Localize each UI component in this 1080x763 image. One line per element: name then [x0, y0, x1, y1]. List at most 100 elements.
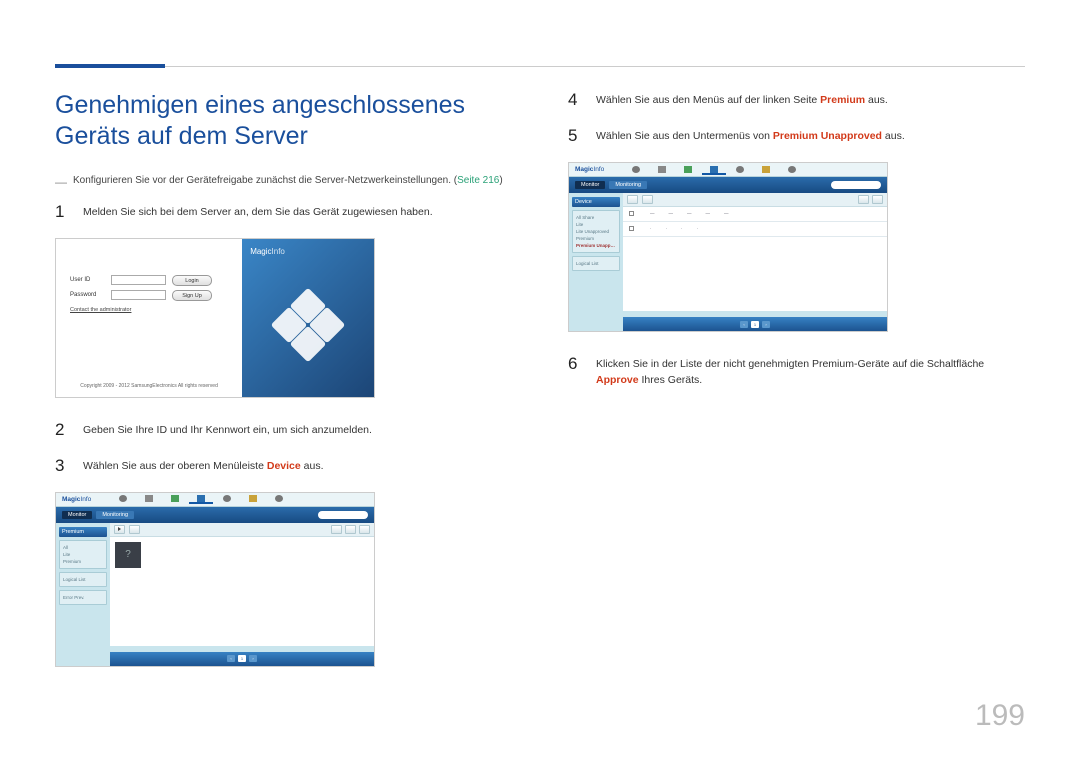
subtab-monitor[interactable]: Monitor — [62, 511, 92, 519]
subtab-monitoring[interactable]: Monitoring — [96, 511, 134, 519]
brand-left: Magic — [250, 247, 271, 256]
search-input[interactable] — [318, 511, 368, 519]
contact-admin-link[interactable]: Contact the administrator — [70, 307, 228, 313]
pager: ‹ 1 › — [623, 317, 887, 331]
step-2-num: 2 — [55, 420, 69, 440]
toolbar-button[interactable] — [627, 195, 638, 204]
signup-button[interactable]: Sign Up — [172, 290, 212, 301]
side-head-premium: Premium — [59, 527, 107, 537]
toolbar-button[interactable] — [858, 195, 869, 204]
side-item[interactable]: All Share — [576, 214, 616, 221]
step-5: 5 Wählen Sie aus den Untermenüs von Prem… — [568, 126, 1025, 146]
top-rule — [55, 66, 1025, 67]
step-1-num: 1 — [55, 202, 69, 222]
app-logo: MagicInfo — [62, 496, 91, 503]
row-checkbox[interactable] — [629, 226, 634, 231]
search-input[interactable] — [831, 181, 881, 189]
top-nav — [624, 165, 804, 175]
select-all-checkbox[interactable] — [629, 211, 634, 216]
step-6-text: Klicken Sie in der Liste der nicht geneh… — [596, 354, 1025, 389]
toolbar-button[interactable] — [331, 525, 342, 534]
table-header-row: ————— — [623, 207, 887, 222]
toolbar-button[interactable] — [872, 195, 883, 204]
side-item[interactable]: Premium — [576, 235, 616, 242]
pager-next[interactable]: › — [762, 321, 770, 328]
step-4-post: aus. — [865, 94, 888, 106]
device-tile[interactable]: ? — [115, 542, 141, 568]
step-3-text: Wählen Sie aus der oberen Menüleiste Dev… — [83, 456, 323, 476]
note-text: Konfigurieren Sie vor der Gerätefreigabe… — [73, 175, 457, 186]
magicinfo-logo: MagicInfo — [250, 247, 285, 256]
step-3-post: aus. — [301, 460, 324, 472]
pager-1[interactable]: 1 — [751, 321, 759, 328]
step-6-post: Ihres Geräts. — [639, 374, 703, 386]
side-item[interactable]: Lite — [576, 221, 616, 228]
subtab-monitoring[interactable]: Monitoring — [609, 181, 647, 189]
device-screenshot: MagicInfo Monitor Monitoring — [55, 492, 375, 667]
step-3-pre: Wählen Sie aus der oberen Menüleiste — [83, 460, 267, 472]
side-item[interactable]: Logical List — [63, 576, 103, 583]
side-item-premium-unapproved[interactable]: Premium Unapproved — [576, 242, 616, 249]
note-link[interactable]: Seite 216 — [457, 175, 499, 186]
step-1-text: Melden Sie sich bei dem Server an, dem S… — [83, 202, 433, 222]
step-6-num: 6 — [568, 354, 582, 389]
table-row[interactable]: ···· — [623, 222, 887, 237]
device-tab[interactable] — [189, 494, 213, 504]
note-text-wrap: Konfigurieren Sie vor der Gerätefreigabe… — [73, 175, 503, 186]
step-4-num: 4 — [568, 90, 582, 110]
pager-next[interactable]: › — [249, 655, 257, 662]
login-password-input[interactable] — [111, 290, 166, 300]
device-tab[interactable] — [702, 165, 726, 175]
step-5-pre: Wählen Sie aus den Untermenüs von — [596, 130, 773, 142]
pager-1[interactable]: 1 — [238, 655, 246, 662]
login-userid-input[interactable] — [111, 275, 166, 285]
pager-prev[interactable]: ‹ — [227, 655, 235, 662]
step-5-post: aus. — [882, 130, 905, 142]
step-3-bold: Device — [267, 460, 301, 472]
note-dash: ― — [55, 176, 67, 188]
unknown-icon: ? — [125, 549, 131, 560]
top-rule-accent — [55, 64, 165, 68]
step-4-pre: Wählen Sie aus den Menüs auf der linken … — [596, 94, 820, 106]
step-6: 6 Klicken Sie in der Liste der nicht gen… — [568, 354, 1025, 389]
side-item[interactable]: Logical List — [576, 260, 616, 267]
note-text-after: ) — [499, 175, 502, 186]
side-head-device: Device — [572, 197, 620, 207]
pager: ‹ 1 › — [110, 652, 374, 666]
login-password-label: Password — [70, 292, 105, 298]
top-nav — [111, 494, 291, 504]
brand-right: Info — [272, 247, 285, 256]
login-copyright: Copyright 2009 - 2012 SamsungElectronics… — [70, 383, 228, 389]
unapproved-screenshot: MagicInfo Monitor Monitoring — [568, 162, 888, 332]
subtab-monitor[interactable]: Monitor — [575, 181, 605, 189]
step-6-bold: Approve — [596, 374, 639, 386]
toolbar-button[interactable] — [642, 195, 653, 204]
login-screenshot: User ID Login Password Sign Up Contact t… — [55, 238, 375, 398]
step-4: 4 Wählen Sie aus den Menüs auf der linke… — [568, 90, 1025, 110]
step-2-text: Geben Sie Ihre ID und Ihr Kennwort ein, … — [83, 420, 372, 440]
side-item[interactable]: Premium — [63, 558, 103, 565]
step-3-num: 3 — [55, 456, 69, 476]
side-item[interactable]: Lite Unapproved — [576, 228, 616, 235]
toolbar-button[interactable] — [359, 525, 370, 534]
step-4-text: Wählen Sie aus den Menüs auf der linken … — [596, 90, 888, 110]
toolbar-button[interactable] — [345, 525, 356, 534]
step-4-bold: Premium — [820, 94, 865, 106]
toolbar-button[interactable] — [129, 525, 140, 534]
step-5-num: 5 — [568, 126, 582, 146]
step-1: 1 Melden Sie sich bei dem Server an, dem… — [55, 202, 520, 222]
page-heading: Genehmigen eines angeschlossenes Geräts … — [55, 90, 520, 153]
play-button[interactable] — [114, 525, 125, 534]
step-3: 3 Wählen Sie aus der oberen Menüleiste D… — [55, 456, 520, 476]
config-note: ― Konfigurieren Sie vor der Gerätefreiga… — [55, 175, 520, 188]
login-userid-label: User ID — [70, 277, 105, 283]
step-6-pre: Klicken Sie in der Liste der nicht geneh… — [596, 358, 984, 370]
login-button[interactable]: Login — [172, 275, 212, 286]
side-item[interactable]: Error Prev. — [63, 594, 103, 601]
step-5-bold: Premium Unapproved — [773, 130, 882, 142]
step-5-text: Wählen Sie aus den Untermenüs von Premiu… — [596, 126, 905, 146]
side-item[interactable]: Lite — [63, 551, 103, 558]
side-item[interactable]: All — [63, 544, 103, 551]
pager-prev[interactable]: ‹ — [740, 321, 748, 328]
step-2: 2 Geben Sie Ihre ID und Ihr Kennwort ein… — [55, 420, 520, 440]
